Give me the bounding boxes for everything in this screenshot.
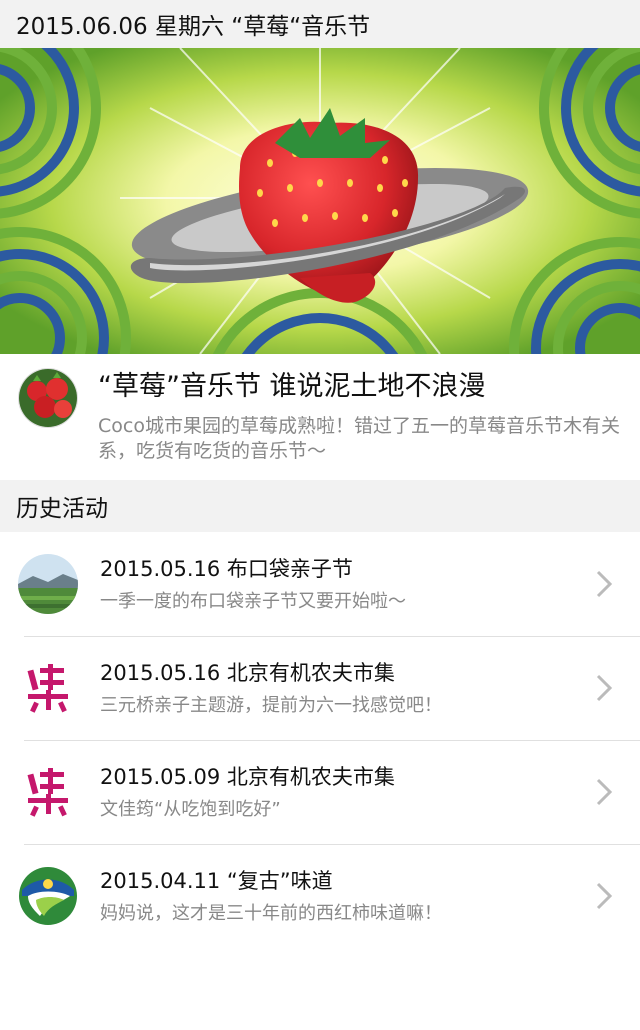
list-item[interactable]: 2015.05.16 北京有机农夫市集 三元桥亲子主题游，提前为六一找感觉吧！: [0, 636, 640, 740]
landscape-icon: [18, 554, 78, 614]
list-item[interactable]: 2015.05.16 布口袋亲子节 一季一度的布口袋亲子节又要开始啦～: [0, 532, 640, 636]
featured-description: Coco城市果园的草莓成熟啦！错过了五一的草莓音乐节木有关系，吃货有吃货的音乐节…: [98, 415, 620, 462]
history-list: 2015.05.16 布口袋亲子节 一季一度的布口袋亲子节又要开始啦～ 2015…: [0, 532, 640, 948]
list-item-title: 2015.05.09 北京有机农夫市集: [100, 765, 395, 789]
list-item-title: 2015.05.16 北京有机农夫市集: [100, 661, 395, 685]
list-item-desc: 妈妈说，这才是三十年前的西红柿味道嘛！: [100, 903, 442, 924]
history-section-title: 历史活动: [0, 480, 640, 532]
featured-event[interactable]: “草莓”音乐节 谁说泥土地不浪漫 Coco城市果园的草莓成熟啦！错过了五一的草莓…: [0, 354, 640, 480]
list-item-desc: 文佳筠“从吃饱到吃好”: [100, 799, 281, 820]
chevron-right-icon: [596, 778, 613, 806]
list-item-desc: 一季一度的布口袋亲子节又要开始啦～: [100, 591, 406, 612]
list-item-title: 2015.05.16 布口袋亲子节: [100, 557, 353, 581]
list-item-desc: 三元桥亲子主题游，提前为六一找感觉吧！: [100, 695, 442, 716]
list-item-title: 2015.04.11 “复古”味道: [100, 869, 333, 893]
chevron-right-icon: [596, 570, 613, 598]
hero-banner[interactable]: [0, 48, 640, 354]
list-item[interactable]: 2015.04.11 “复古”味道 妈妈说，这才是三十年前的西红柿味道嘛！: [0, 844, 640, 948]
chevron-right-icon: [596, 674, 613, 702]
featured-title: “草莓”音乐节 谁说泥土地不浪漫: [98, 371, 486, 402]
strawberry-thumbnail-icon: [18, 368, 78, 428]
chevron-right-icon: [596, 882, 613, 910]
strawberry-planet-illustration: [0, 48, 640, 354]
jiamu-logo-icon: [18, 762, 78, 822]
list-item[interactable]: 2015.05.09 北京有机农夫市集 文佳筠“从吃饱到吃好”: [0, 740, 640, 844]
jiamu-logo-icon: [18, 658, 78, 718]
page-title: 2015.06.06 星期六 “草莓“音乐节: [0, 0, 640, 48]
farm-logo-icon: [18, 866, 78, 926]
